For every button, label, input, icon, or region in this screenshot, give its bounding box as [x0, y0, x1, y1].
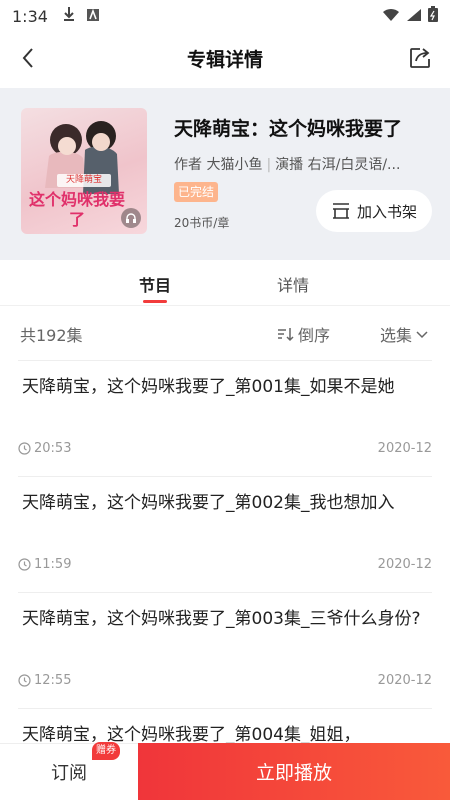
- duration-value: 11:59: [34, 557, 72, 572]
- price-per-chapter: 20书币/章: [174, 216, 230, 230]
- episode-title: 天降萌宝，这个妈咪我要了_第002集_我也想加入: [22, 493, 395, 513]
- header: 专辑详情: [0, 32, 450, 84]
- coupon-badge: 赠券: [92, 742, 120, 760]
- narrator-label: 演播: [275, 157, 304, 173]
- episode-list-toolbar: 共192集 倒序 选集: [0, 314, 450, 354]
- back-button[interactable]: [14, 44, 42, 72]
- battery-icon: [428, 6, 438, 26]
- subscribe-label: 订阅: [51, 763, 87, 784]
- chevron-left-icon: [22, 48, 33, 68]
- episode-date: 2020-12: [377, 673, 432, 688]
- album-cover[interactable]: 天降萌宝 这个妈咪我要了: [21, 108, 147, 234]
- chevron-down-icon: [416, 331, 428, 339]
- sort-label: 倒序: [298, 326, 331, 345]
- wifi-icon: [382, 7, 400, 26]
- bottom-action-bar: 订阅 赠券 立即播放: [0, 742, 450, 800]
- subscribe-button[interactable]: 订阅 赠券: [0, 742, 138, 800]
- episode-list: 天降萌宝，这个妈咪我要了_第001集_如果不是她 20:53 2020-12 天…: [0, 361, 450, 800]
- tab-details[interactable]: 详情: [277, 272, 309, 296]
- finished-badge: 已完结: [174, 182, 219, 202]
- bookshelf-icon: [332, 203, 349, 219]
- album-info: 天降萌宝 这个妈咪我要了 天降萌宝：这个妈咪我要了 作者 大猫小鱼 | 演播 右洱/…: [0, 88, 450, 260]
- add-to-shelf-button[interactable]: 加入书架: [316, 190, 432, 232]
- narrator-names[interactable]: 右洱/白灵语/...: [308, 157, 401, 173]
- sort-icon: [278, 328, 294, 342]
- tab-episodes[interactable]: 节目: [139, 272, 171, 296]
- select-label: 选集: [380, 326, 413, 345]
- cover-title-main: 这个妈咪我要了: [28, 190, 125, 229]
- duration-value: 12:55: [34, 673, 72, 688]
- app-notification-icon: [86, 7, 100, 26]
- share-icon: [410, 48, 430, 68]
- sort-button[interactable]: 倒序: [276, 322, 330, 346]
- episode-title: 天降萌宝，这个妈咪我要了_第001集_如果不是她: [22, 377, 395, 397]
- content-tabs: 节目 详情: [0, 262, 450, 306]
- album-title: 天降萌宝：这个妈咪我要了: [174, 118, 403, 140]
- clock-icon: [18, 442, 31, 455]
- duration-value: 20:53: [34, 441, 72, 456]
- album-credits: 作者 大猫小鱼 | 演播 右洱/白灵语/...: [174, 157, 401, 173]
- active-tab-indicator: [143, 300, 167, 303]
- add-to-shelf-label: 加入书架: [356, 202, 417, 221]
- episode-duration: 11:59: [18, 557, 71, 572]
- download-icon: [62, 6, 76, 26]
- episode-title: 天降萌宝，这个妈咪我要了_第003集_三爷什么身份?: [22, 609, 421, 629]
- clock-icon: [18, 558, 31, 571]
- page-title: 专辑详情: [186, 48, 263, 71]
- play-now-button[interactable]: 立即播放: [138, 743, 450, 800]
- select-episodes-button[interactable]: 选集: [380, 322, 428, 346]
- episode-item[interactable]: 天降萌宝，这个妈咪我要了_第001集_如果不是她 20:53 2020-12: [18, 361, 432, 477]
- status-bar: 1:34: [0, 0, 450, 32]
- signal-icon: [406, 7, 422, 26]
- episode-item[interactable]: 天降萌宝，这个妈咪我要了_第003集_三爷什么身份? 12:55 2020-12: [18, 593, 432, 709]
- play-now-label: 立即播放: [255, 762, 332, 784]
- headphone-icon: [121, 208, 141, 228]
- status-time: 1:34: [12, 6, 48, 26]
- author-label: 作者: [174, 157, 202, 173]
- cover-title-small: 天降萌宝: [65, 175, 102, 185]
- episode-date: 2020-12: [377, 557, 432, 572]
- clock-icon: [18, 674, 31, 687]
- share-button[interactable]: [406, 44, 434, 72]
- episode-date: 2020-12: [377, 441, 432, 456]
- episode-duration: 20:53: [18, 441, 71, 456]
- episode-item[interactable]: 天降萌宝，这个妈咪我要了_第002集_我也想加入 11:59 2020-12: [18, 477, 432, 593]
- episode-count: 共192集: [20, 326, 83, 345]
- episode-duration: 12:55: [18, 673, 71, 688]
- author-name[interactable]: 大猫小鱼: [206, 157, 262, 173]
